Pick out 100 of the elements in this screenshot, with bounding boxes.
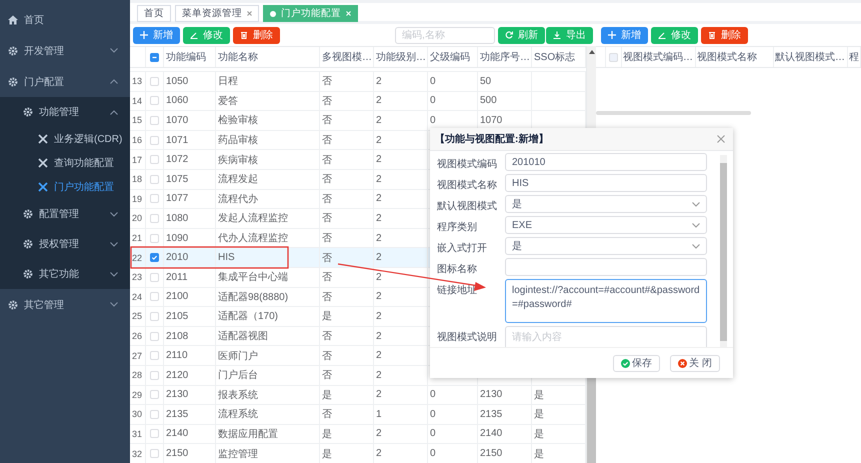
input-field[interactable]: 201010 [505, 153, 707, 171]
scrollbar[interactable] [720, 155, 727, 347]
gear-icon [8, 300, 18, 310]
table-cell: 1072 [164, 150, 216, 169]
table-cell: 疾病审核 [216, 150, 320, 169]
select-field[interactable]: 是 [505, 237, 707, 255]
row-number: 31 [130, 424, 146, 444]
checkbox[interactable] [150, 253, 159, 262]
column-header[interactable]: 父级编码 [428, 47, 478, 67]
table-cell: 发起人流程监控 [216, 209, 320, 228]
close-icon[interactable] [717, 135, 725, 143]
search-field[interactable]: 编码,名称 [395, 26, 495, 44]
menu-item[interactable]: 授权管理 [0, 229, 130, 259]
row-number: 23 [130, 268, 146, 287]
delete-button[interactable]: 删除 [233, 26, 280, 44]
column-header[interactable]: 功能序号… [478, 47, 532, 67]
table-cell: 0 [428, 386, 478, 404]
column-header[interactable]: 功能级别… [374, 47, 428, 67]
row-number: 27 [130, 346, 146, 365]
close-circle-icon [678, 358, 688, 368]
row-number: 15 [130, 111, 146, 130]
menu-item[interactable]: 配置管理 [0, 199, 130, 229]
table-cell: 2011 [164, 268, 216, 287]
column-header[interactable]: 功能名称 [216, 47, 320, 67]
column-header[interactable]: 功能编码 [164, 47, 216, 67]
menu-item[interactable]: 查询功能配置 [0, 151, 130, 175]
trash-icon [240, 31, 248, 39]
column-header[interactable]: 默认视图模式… [774, 47, 848, 67]
row-number: 32 [130, 444, 146, 463]
row-number: 22 [130, 248, 146, 267]
table-cell: 2 [374, 346, 428, 365]
gear-icon [23, 239, 33, 249]
table-cell: 否 [320, 228, 374, 248]
table-cell: 医师门户 [216, 346, 320, 365]
table-cell: 0 [428, 92, 478, 110]
tab[interactable]: 菜单资源管理 [175, 5, 259, 22]
table-row[interactable]: 29 2130 报表系统 是 2 0 2130 是 [130, 386, 586, 406]
column-header[interactable]: 视图模式编码… [622, 47, 696, 67]
table-cell: 药品审核 [216, 130, 320, 150]
table-cell: 2 [374, 228, 428, 248]
add-button[interactable]: 新增 [133, 26, 180, 44]
table-cell: 2010 [164, 248, 216, 267]
delete-button[interactable]: 删除 [701, 26, 748, 44]
table-row[interactable]: 30 2135 流程系统 否 1 0 2135 是 [130, 405, 586, 425]
scrollbar[interactable] [596, 111, 751, 115]
table-cell: 1080 [164, 209, 216, 228]
menu-item[interactable]: 门户功能配置 [0, 175, 130, 199]
table-cell: 否 [320, 405, 374, 424]
menu-item[interactable]: 门户配置 [0, 66, 130, 97]
dot-icon [270, 10, 276, 16]
row-number: 25 [130, 307, 146, 326]
menu-item[interactable]: 功能管理 [0, 97, 130, 127]
column-header[interactable]: 多视图模… [320, 47, 374, 67]
table-cell: 2135 [164, 405, 216, 424]
column-header[interactable]: 程 [848, 47, 861, 67]
table-cell: 否 [320, 326, 374, 346]
table-row[interactable]: 32 2150 监控管理 是 2 0 2150 是 [130, 444, 586, 463]
row-number: 21 [130, 228, 146, 248]
table-row[interactable]: 31 2140 数据应用配置 是 2 0 2140 是 [130, 424, 586, 444]
table-cell: 2 [374, 307, 428, 326]
select-field[interactable]: 是 [505, 195, 707, 213]
plus-icon [140, 31, 148, 39]
save-button[interactable]: 保存 [613, 354, 660, 372]
table-cell: 集成平台中心端 [216, 268, 320, 287]
plus-icon [608, 31, 616, 39]
table-cell: 1071 [164, 130, 216, 150]
row-number: 18 [130, 170, 146, 189]
tab[interactable]: 首页 [137, 5, 171, 22]
close-icon[interactable] [247, 11, 252, 16]
chevron-down-icon [692, 244, 700, 248]
add-button[interactable]: 新增 [601, 26, 648, 44]
table-cell: 2140 [478, 424, 532, 444]
column-header[interactable]: 视图模式名称 [696, 47, 774, 67]
input-field[interactable] [505, 258, 707, 276]
menu-item[interactable]: 开发管理 [0, 35, 130, 66]
table-cell: 适配器98(8880) [216, 288, 320, 306]
table-cell: 否 [320, 92, 374, 110]
menu-item[interactable]: 首页 [0, 4, 130, 35]
check-icon [151, 254, 158, 262]
table-cell: 2130 [164, 386, 216, 404]
close-button[interactable]: 关 闭 [670, 354, 720, 372]
menu-item[interactable]: 其它功能 [0, 259, 130, 289]
table-cell: 500 [478, 92, 532, 110]
table-cell: 否 [320, 248, 374, 267]
table-cell: 0 [428, 405, 478, 424]
table-row[interactable]: 14 1060 爱答 否 2 0 500 [130, 92, 586, 112]
textarea-field[interactable]: logintest://?account=#account#&password=#password# [505, 279, 707, 323]
table-cell: 监控管理 [216, 444, 320, 463]
select-field[interactable]: EXE [505, 216, 707, 234]
pencil-icon [190, 31, 198, 39]
table-cell: 报表系统 [216, 386, 320, 404]
input-field[interactable]: HIS [505, 174, 707, 192]
menu-item[interactable]: 其它管理 [0, 289, 130, 320]
menu-item[interactable]: 业务逻辑(CDR) [0, 127, 130, 151]
table-cell: 2100 [164, 288, 216, 306]
table-row[interactable]: 13 1050 日程 否 2 0 50 [130, 72, 586, 92]
table-cell: 否 [320, 190, 374, 208]
table-cell: 2 [374, 288, 428, 306]
checkbox[interactable] [150, 52, 159, 62]
table-cell: 检验审核 [216, 111, 320, 130]
